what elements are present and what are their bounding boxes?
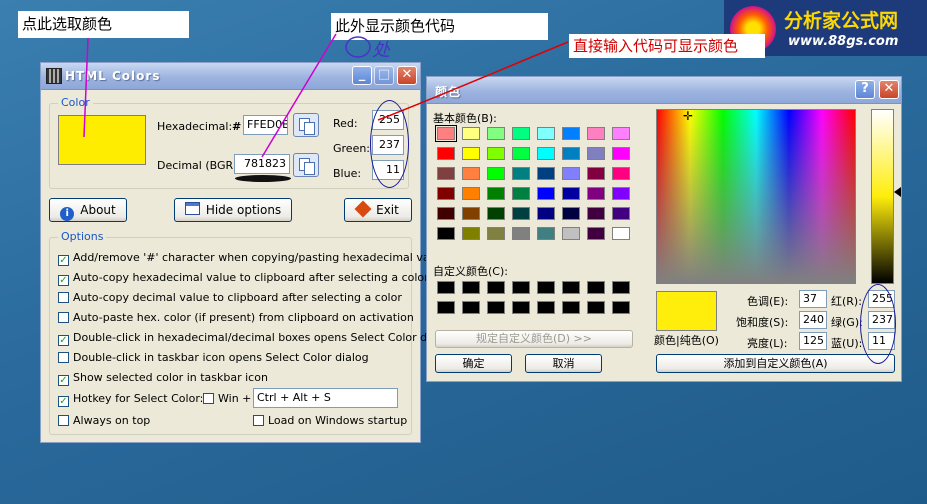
highlight-rgb-dialog (860, 284, 896, 364)
annotation-lines (83, 33, 569, 158)
highlight-rgb-htmlcolors (370, 100, 409, 188)
